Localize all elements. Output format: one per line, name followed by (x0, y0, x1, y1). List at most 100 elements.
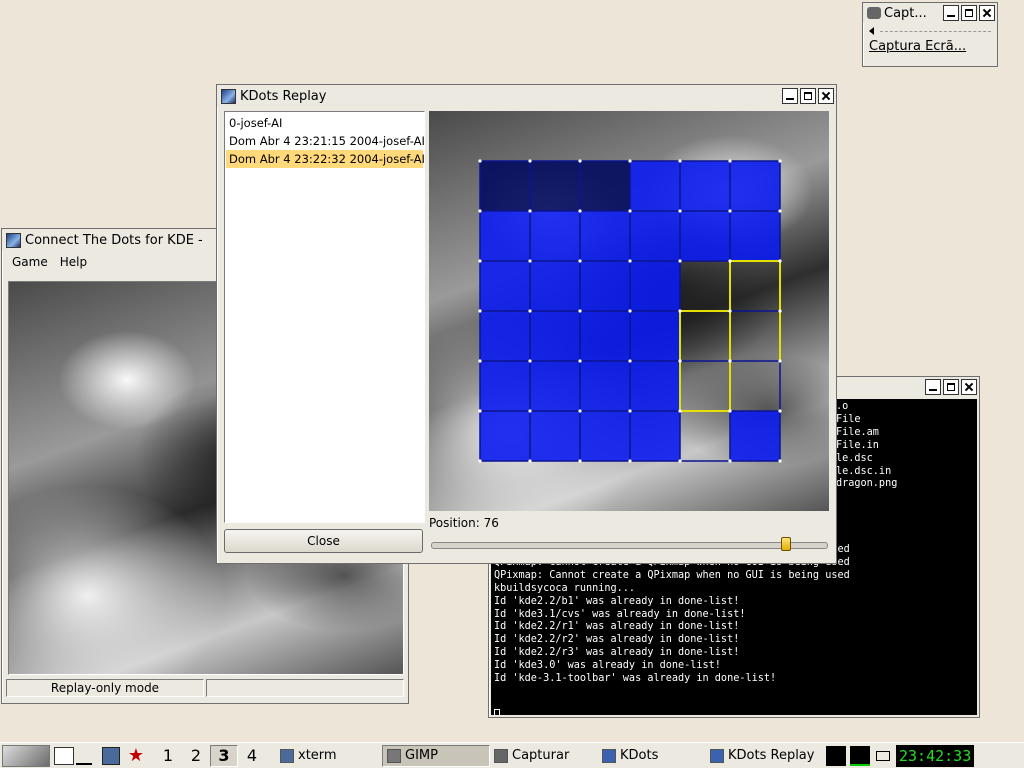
replay-window: KDots Replay 0-josef-AI Dom Abr 4 23:21:1… (216, 84, 837, 564)
capture-window: Capt... Captura Ecrã... (862, 2, 998, 67)
board-dot (478, 159, 482, 163)
desktop-1-button[interactable]: 1 (154, 745, 182, 767)
menu-separator (869, 25, 991, 37)
star-icon[interactable]: ★ (126, 745, 146, 766)
board-dot (728, 409, 732, 413)
board-cell (480, 161, 530, 211)
board-dot (728, 209, 732, 213)
board-dot (728, 309, 732, 313)
show-desktop-icon[interactable] (76, 747, 92, 765)
game-list[interactable]: 0-josef-AI Dom Abr 4 23:21:15 2004-josef-… (224, 111, 425, 523)
maximize-button[interactable] (943, 379, 959, 395)
terminal-line: Id 'kde-3.1-toolbar' was already in done… (494, 673, 777, 685)
dots-board[interactable] (429, 111, 829, 511)
board-cell (530, 361, 580, 411)
capture-titlebar[interactable]: Capt... (863, 3, 997, 23)
terminal-line: kbuildsycoca running... (494, 582, 636, 594)
terminal-line: File.in (836, 439, 879, 451)
board-dot (528, 309, 532, 313)
maximize-button[interactable] (961, 5, 977, 21)
board-dot (628, 359, 632, 363)
minimize-button[interactable] (943, 5, 959, 21)
board-cell (530, 161, 580, 211)
board-dot (728, 359, 732, 363)
board-cell (730, 411, 780, 461)
board-cell (480, 261, 530, 311)
close-button[interactable] (961, 379, 977, 395)
arrow-left-icon[interactable] (869, 27, 874, 35)
minimize-button[interactable] (925, 379, 941, 395)
task-gimp[interactable]: GIMP (382, 744, 490, 767)
board-cell (480, 311, 530, 361)
board-cell (480, 411, 530, 461)
terminal-line: Id 'kde2.2/r1' was already in done-list! (494, 621, 740, 633)
desktop-4-button[interactable]: 4 (238, 745, 266, 767)
board-dot (628, 159, 632, 163)
task-app-icon (494, 748, 508, 763)
board-dot (628, 309, 632, 313)
close-button[interactable]: Close (224, 529, 423, 553)
game-list-item[interactable]: Dom Abr 4 23:21:15 2004-josef-AI (226, 132, 425, 150)
menu-game[interactable]: Game (6, 255, 54, 269)
capture-menu: Captura Ecrã... (863, 23, 997, 56)
kde-menu-icon[interactable] (2, 744, 50, 767)
board-dot (778, 409, 782, 413)
clock[interactable]: 23:42:33 (896, 744, 975, 767)
capture-screen-item[interactable]: Captura Ecrã... (869, 39, 991, 54)
desktop-2-button[interactable]: 2 (182, 745, 210, 767)
mail-icon[interactable] (876, 750, 890, 761)
board-dot (778, 459, 782, 463)
board-dot (528, 459, 532, 463)
close-button[interactable] (979, 5, 995, 21)
maximize-button[interactable] (800, 88, 816, 104)
taskbar: ★ 1234 xterm GIMP Capturar KDots KDots Repla… (0, 742, 1024, 768)
board-cell (680, 161, 730, 211)
board-dot (578, 409, 582, 413)
board-cell (630, 311, 680, 361)
slider-handle[interactable] (781, 537, 791, 551)
task-label: xterm (298, 748, 337, 763)
board-dot (528, 259, 532, 263)
replay-board-image (429, 111, 829, 511)
board-dot (478, 359, 482, 363)
game-list-item[interactable]: 0-josef-AI (226, 114, 423, 132)
menu-help[interactable]: Help (54, 255, 93, 269)
tray-graph-icon[interactable] (850, 745, 870, 766)
task-capturar[interactable]: Capturar (490, 745, 598, 767)
terminal-line: Id 'kde3.1/cvs' was already in done-list… (494, 608, 746, 620)
board-dot (678, 309, 682, 313)
board-dot (678, 459, 682, 463)
board-cell (580, 311, 630, 361)
status-extra (206, 679, 404, 697)
desktop-3-button[interactable]: 3 (210, 744, 238, 767)
board-dot (728, 459, 732, 463)
board-dot (778, 159, 782, 163)
task-label: Capturar (512, 748, 570, 763)
game-list-item[interactable]: Dom Abr 4 23:22:32 2004-josef-AI (226, 150, 425, 168)
position-slider[interactable] (431, 537, 828, 551)
board-dot (528, 409, 532, 413)
board-cell (630, 361, 680, 411)
task-kdots-replay[interactable]: KDots Replay (706, 745, 818, 767)
terminal-launcher-icon[interactable] (102, 746, 120, 765)
terminal-line: le.dsc.in (836, 465, 892, 477)
board-dot (678, 209, 682, 213)
minimize-button[interactable] (782, 88, 798, 104)
board-dot (528, 359, 532, 363)
task-xterm[interactable]: xterm (276, 745, 382, 767)
board-cell (580, 411, 630, 461)
board-cell (580, 161, 630, 211)
camera-icon (867, 7, 881, 19)
window-list-icon[interactable] (54, 746, 74, 765)
close-button[interactable] (818, 88, 834, 104)
tray-monitor-icon[interactable] (826, 745, 846, 766)
board-dot (778, 309, 782, 313)
board-dot (578, 459, 582, 463)
terminal-line: File (836, 413, 861, 425)
task-kdots[interactable]: KDots (598, 745, 706, 767)
replay-titlebar[interactable]: KDots Replay (217, 85, 836, 107)
board-dot (628, 209, 632, 213)
slider-track (431, 542, 828, 549)
task-app-icon (387, 748, 401, 763)
board-cell (530, 411, 580, 461)
